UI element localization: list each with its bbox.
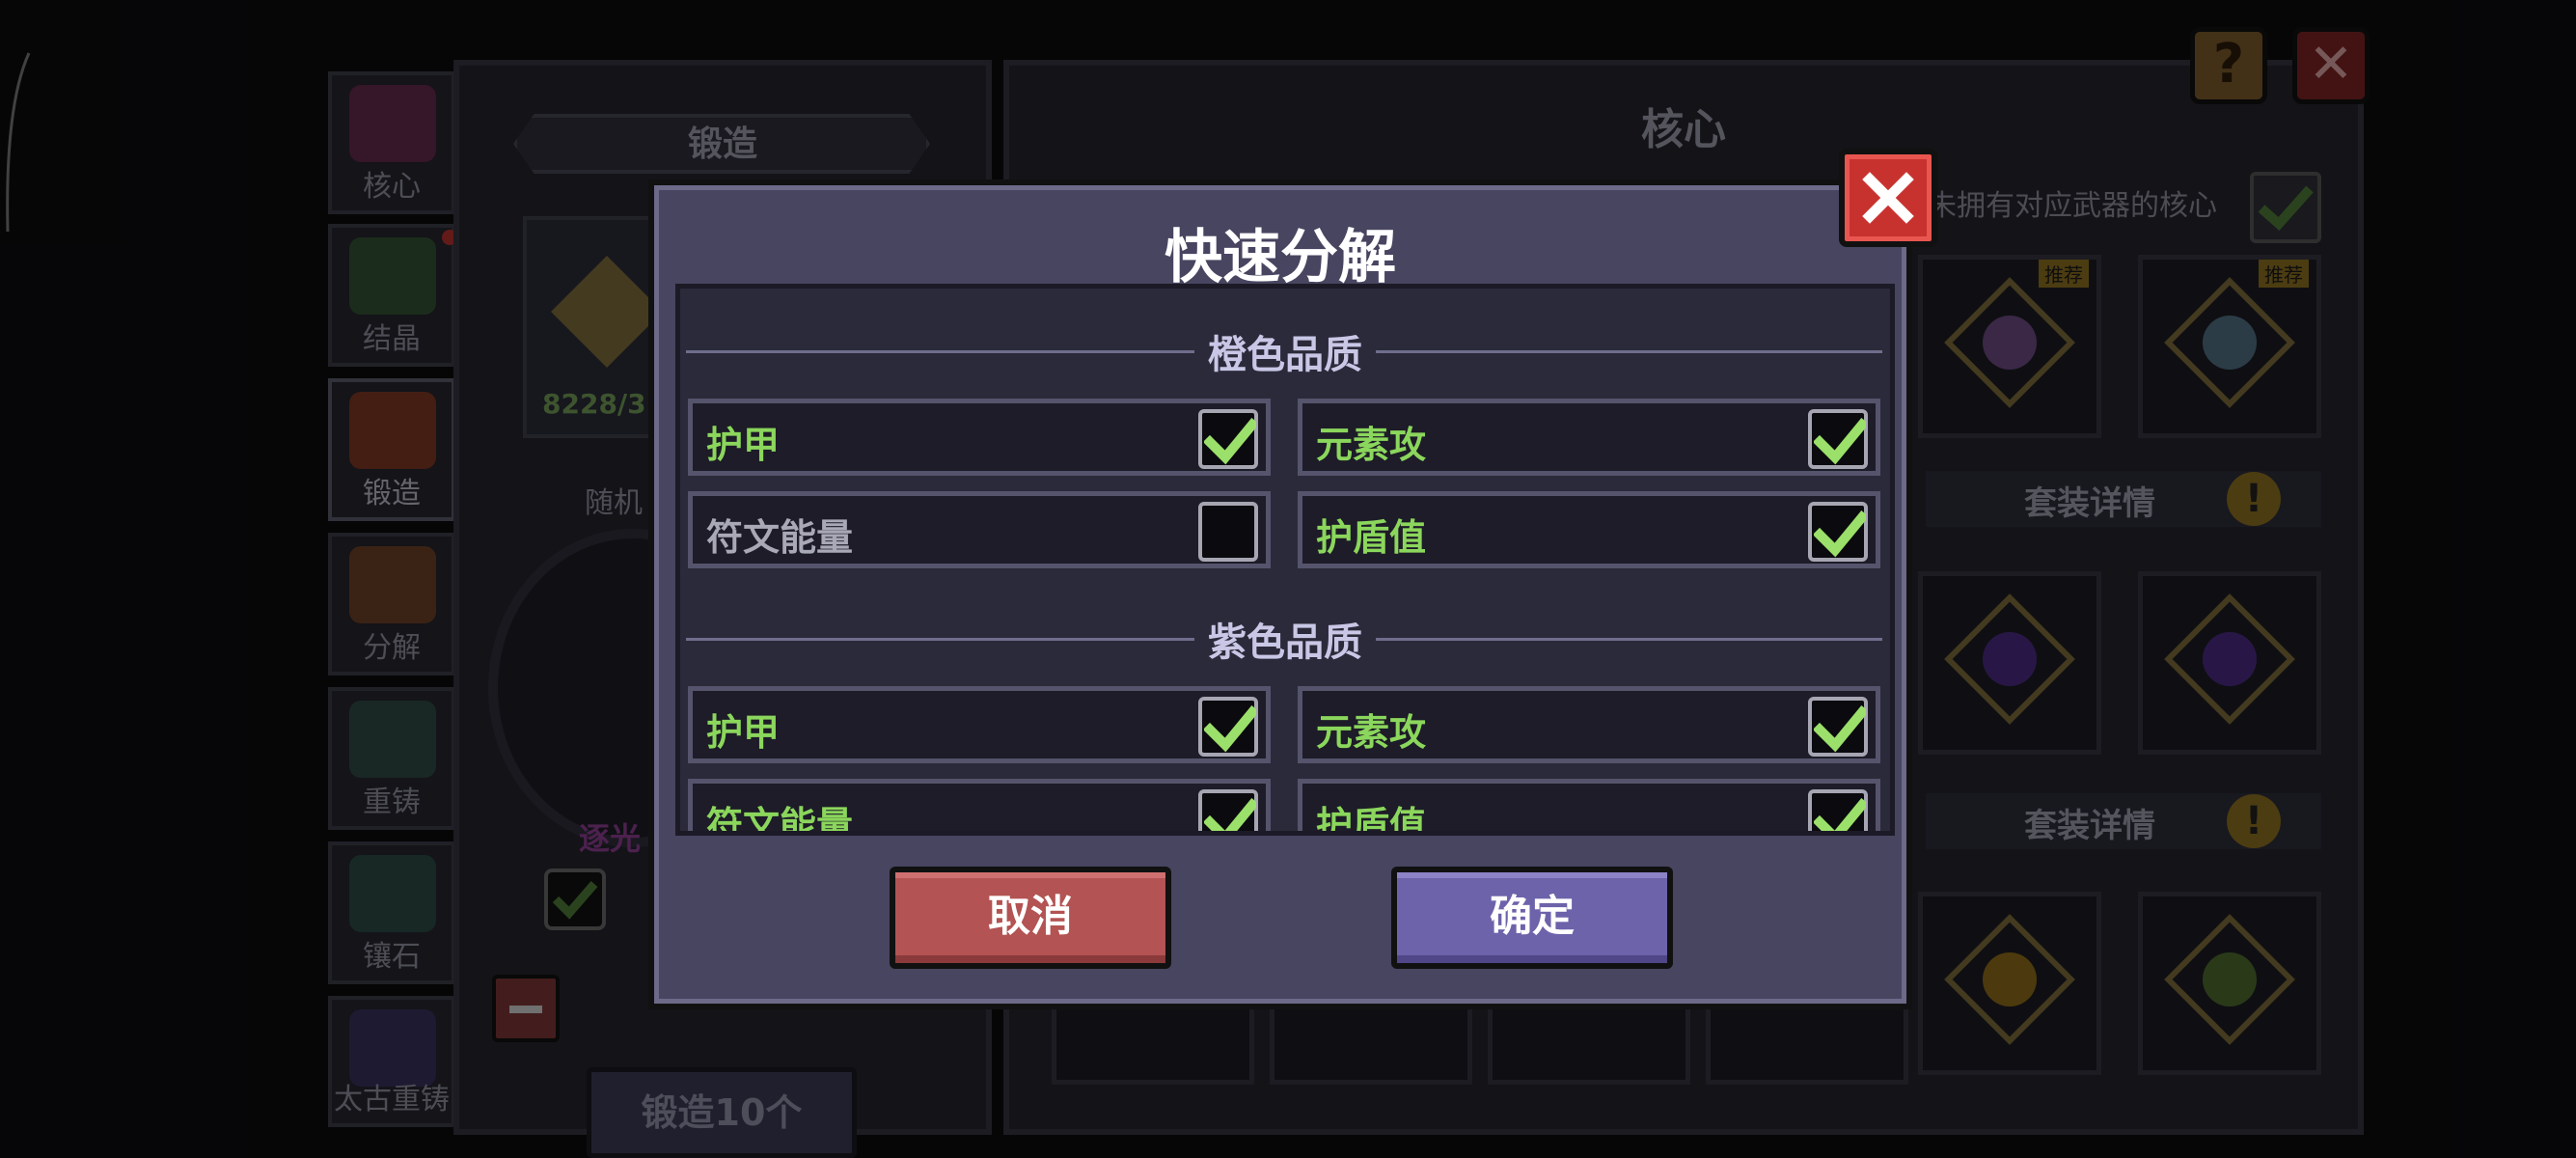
- dialog-close-button[interactable]: [1839, 149, 1937, 247]
- option-purple-element-attack[interactable]: 元素攻: [1298, 686, 1880, 763]
- option-purple-shield[interactable]: 护盾值: [1298, 779, 1880, 836]
- option-label: 护甲: [706, 711, 781, 754]
- section-title: 紫色品质: [680, 611, 1890, 667]
- check-icon: [1204, 704, 1256, 753]
- close-icon: [1862, 172, 1914, 224]
- check-icon: [1814, 797, 1866, 831]
- option-purple-rune-energy[interactable]: 符文能量: [688, 779, 1271, 836]
- option-checkbox[interactable]: [1198, 409, 1258, 469]
- option-orange-element-attack[interactable]: 元素攻: [1298, 399, 1880, 476]
- option-checkbox[interactable]: [1198, 789, 1258, 831]
- check-icon: [1204, 797, 1256, 831]
- option-label: 护甲: [706, 424, 781, 466]
- option-label: 护盾值: [1316, 804, 1427, 836]
- option-label: 护盾值: [1316, 516, 1427, 559]
- section-header-purple: 紫色品质: [680, 611, 1890, 665]
- cancel-button[interactable]: 取消: [890, 867, 1171, 969]
- check-icon: [1814, 417, 1866, 465]
- option-orange-rune-energy[interactable]: 符文能量: [688, 491, 1271, 568]
- option-orange-armor[interactable]: 护甲: [688, 399, 1271, 476]
- section-title: 橙色品质: [680, 323, 1890, 379]
- check-icon: [1814, 510, 1866, 558]
- confirm-button[interactable]: 确定: [1391, 867, 1673, 969]
- check-icon: [1814, 704, 1866, 753]
- option-checkbox[interactable]: [1808, 789, 1868, 831]
- option-label: 元素攻: [1316, 424, 1427, 466]
- dialog-title: 快速分解: [1165, 224, 1396, 291]
- option-list[interactable]: 橙色品质 护甲 元素攻 符文能量 护盾值 紫色品质 护甲 元素攻 符文能量 护盾…: [675, 284, 1895, 836]
- section-header-orange: 橙色品质: [680, 323, 1890, 377]
- option-orange-shield[interactable]: 护盾值: [1298, 491, 1880, 568]
- option-label: 符文能量: [706, 516, 854, 559]
- option-label: 元素攻: [1316, 711, 1427, 754]
- option-checkbox[interactable]: [1198, 697, 1258, 757]
- option-checkbox[interactable]: [1198, 502, 1258, 562]
- check-icon: [1204, 417, 1256, 465]
- option-checkbox[interactable]: [1808, 697, 1868, 757]
- option-purple-armor[interactable]: 护甲: [688, 686, 1271, 763]
- option-checkbox[interactable]: [1808, 409, 1868, 469]
- option-checkbox[interactable]: [1808, 502, 1868, 562]
- option-label: 符文能量: [706, 804, 854, 836]
